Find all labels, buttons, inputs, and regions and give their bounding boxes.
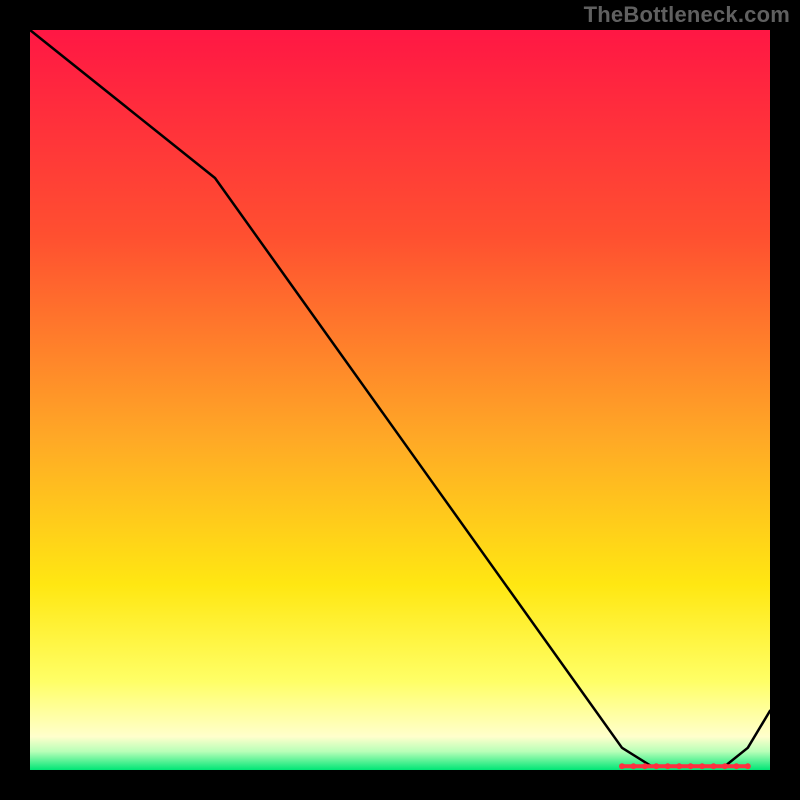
flat-marker: [642, 763, 648, 769]
flat-marker: [688, 763, 694, 769]
flat-marker: [619, 763, 625, 769]
chart-container: { "watermark": "TheBottleneck.com", "cha…: [0, 0, 800, 800]
chart-background: [30, 30, 770, 770]
flat-marker: [711, 763, 717, 769]
flat-marker: [676, 763, 682, 769]
flat-marker: [699, 763, 705, 769]
watermark-text: TheBottleneck.com: [584, 2, 790, 28]
flat-marker: [653, 763, 659, 769]
flat-marker: [722, 763, 728, 769]
flat-marker: [745, 763, 751, 769]
flat-marker: [733, 763, 739, 769]
chart-svg: [30, 30, 770, 770]
flat-marker: [630, 763, 636, 769]
chart-plot-area: [30, 30, 770, 770]
flat-marker: [665, 763, 671, 769]
